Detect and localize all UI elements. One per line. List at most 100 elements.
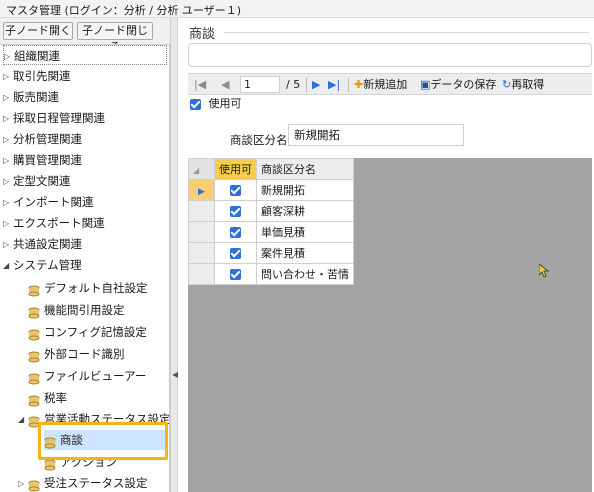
mouse-cursor-icon <box>539 264 549 278</box>
tree-item-default-company[interactable]: デフォルト自社設定 <box>28 278 148 298</box>
column-header-name[interactable]: 商談区分名 <box>256 158 354 180</box>
checkbox-checked-icon[interactable] <box>230 227 241 238</box>
name-cell[interactable]: 顧客深耕 <box>256 200 354 222</box>
tree-item-action[interactable]: アクション <box>44 452 117 472</box>
usable-cell[interactable] <box>214 221 257 243</box>
prev-page-icon[interactable]: ◀ <box>221 74 229 96</box>
database-icon <box>28 414 42 427</box>
checkbox-checked-icon[interactable] <box>230 206 241 217</box>
usable-checkbox[interactable]: 使用可 <box>190 94 242 114</box>
collapse-children-button[interactable]: 子ノード閉じる <box>77 22 153 53</box>
table-row[interactable]: 案件見積 <box>188 242 354 264</box>
tree-item-file-viewer[interactable]: ファイルビューアー <box>28 366 146 386</box>
negotiation-category-label: 商談区分名: <box>230 133 292 147</box>
window-title: マスタ管理 (ログイン：分析 / 分析 ユーザー１) <box>0 0 594 18</box>
last-page-icon[interactable]: ▶| <box>328 74 340 96</box>
search-field[interactable] <box>188 43 592 67</box>
reload-button[interactable]: ↻再取得 <box>502 74 544 96</box>
pager-toolbar: |◀ ◀ 1 / 5 ▶ ▶| ✚新規追加 ▣データの保存 ↻再取得 <box>188 73 592 95</box>
checkbox-checked-icon[interactable] <box>190 98 201 110</box>
total-pages: / 5 <box>286 78 301 91</box>
usable-cell[interactable] <box>214 179 257 201</box>
tree-item-analysis[interactable]: ▷ 分析管理関連 <box>3 129 82 149</box>
page-number-input[interactable]: 1 <box>240 76 280 93</box>
chevron-right-icon[interactable]: ▷ <box>3 193 13 213</box>
first-page-icon[interactable]: |◀ <box>194 74 206 96</box>
tree-item-sales[interactable]: ▷ 販売関連 <box>3 87 59 107</box>
chevron-right-icon[interactable]: ▷ <box>3 151 13 171</box>
database-icon <box>28 283 42 296</box>
table-row[interactable]: 顧客深耕 <box>188 200 354 222</box>
tree-item-sales-activity-status[interactable]: ◢ 営業活動ステータス設定 <box>18 409 169 430</box>
tree-item-business-partner[interactable]: ▷ 取引先関連 <box>3 66 71 86</box>
tree-item-tax-rate[interactable]: 税率 <box>28 388 67 408</box>
panel-splitter[interactable]: ◀ <box>170 18 178 492</box>
name-cell[interactable]: 案件見積 <box>256 242 354 264</box>
row-header[interactable] <box>188 221 215 243</box>
grid-header-row: ◢ 使用可 商談区分名 <box>188 158 354 180</box>
main-panel: 商談 |◀ ◀ 1 / 5 ▶ ▶| ✚新規追加 ▣データの保存 ↻再取得 使用… <box>178 18 594 492</box>
save-icon: ▣ <box>420 78 431 91</box>
chevron-right-icon[interactable]: ▷ <box>3 172 13 192</box>
column-header-usable[interactable]: 使用可 <box>214 158 257 180</box>
tree-item-function-citation[interactable]: 機能間引用設定 <box>28 300 125 320</box>
row-header[interactable] <box>188 242 215 264</box>
chevron-right-icon[interactable]: ▷ <box>3 67 13 87</box>
grid-corner[interactable]: ◢ <box>188 158 215 180</box>
tree-item-import[interactable]: ▷ インポート関連 <box>3 192 94 212</box>
plus-icon: ✚ <box>354 78 364 91</box>
tree-item-external-code[interactable]: 外部コード識別 <box>28 344 125 364</box>
chevron-right-icon[interactable]: ▷ <box>3 109 13 129</box>
current-row-icon: ▶ <box>198 186 205 197</box>
chevron-right-icon[interactable]: ▷ <box>4 47 14 67</box>
toolbar-separator <box>348 78 349 92</box>
name-cell[interactable]: 問い合わせ・苦情 <box>256 263 354 285</box>
next-page-icon[interactable]: ▶ <box>312 74 320 96</box>
chevron-right-icon[interactable]: ▷ <box>3 214 13 234</box>
tree-item-purchasing[interactable]: ▷ 購買管理関連 <box>3 150 82 170</box>
database-icon <box>28 305 42 318</box>
database-icon <box>28 478 42 491</box>
usable-cell[interactable] <box>214 263 257 285</box>
tree-item-organization[interactable]: ▷ 組織関連 <box>3 45 167 65</box>
table-row[interactable]: ▶ 新規開拓 <box>188 179 354 201</box>
expand-children-button[interactable]: 子ノード開く <box>3 22 73 40</box>
tree-item-export[interactable]: ▷ エクスポート関連 <box>3 213 105 233</box>
tree-item-negotiation[interactable]: 商談 <box>44 430 165 450</box>
chevron-down-icon[interactable]: ◢ <box>18 410 28 430</box>
chevron-right-icon[interactable]: ▷ <box>3 88 13 108</box>
table-row[interactable]: 単価見積 <box>188 221 354 243</box>
chevron-down-icon[interactable]: ◢ <box>3 256 13 276</box>
chevron-right-icon[interactable]: ▷ <box>3 130 13 150</box>
tree-item-sampling-schedule[interactable]: ▷ 採取日程管理関連 <box>3 108 105 128</box>
negotiation-category-input[interactable]: 新規開拓 <box>288 124 464 146</box>
database-icon <box>28 327 42 340</box>
name-cell[interactable]: 単価見積 <box>256 221 354 243</box>
usable-cell[interactable] <box>214 242 257 264</box>
toolbar-separator <box>306 78 307 92</box>
row-header[interactable] <box>188 263 215 285</box>
checkbox-checked-icon[interactable] <box>230 248 241 259</box>
tree-item-config-memory[interactable]: コンフィグ記憶設定 <box>28 322 147 342</box>
chevron-right-icon[interactable]: ▷ <box>3 235 13 255</box>
database-icon <box>28 371 42 384</box>
master-tree: ▷ 組織関連 ▷ 取引先関連 ▷ 販売関連 ▷ 採取日程管理関連 ▷ 分析管理関連 ▷ 購買… <box>0 44 170 492</box>
section-title: 商談 <box>189 27 216 42</box>
refresh-icon: ↻ <box>502 78 512 91</box>
database-icon <box>44 435 58 448</box>
table-row[interactable]: 問い合わせ・苦情 <box>188 263 354 285</box>
add-new-button[interactable]: ✚新規追加 <box>354 74 407 96</box>
tree-item-common-settings[interactable]: ▷ 共通設定関連 <box>3 234 82 254</box>
chevron-right-icon[interactable]: ▷ <box>18 474 28 492</box>
save-data-button[interactable]: ▣データの保存 <box>420 74 496 96</box>
row-header[interactable] <box>188 200 215 222</box>
checkbox-checked-icon[interactable] <box>230 269 241 280</box>
row-current-indicator[interactable]: ▶ <box>188 179 215 201</box>
tree-item-system-admin[interactable]: ◢ システム管理 <box>3 255 82 275</box>
name-cell[interactable]: 新規開拓 <box>256 179 354 201</box>
tree-item-order-status[interactable]: ▷ 受注ステータス設定 <box>18 473 148 492</box>
tree-item-template-text[interactable]: ▷ 定型文関連 <box>3 171 71 191</box>
database-icon <box>44 457 58 470</box>
checkbox-checked-icon[interactable] <box>230 185 241 196</box>
usable-cell[interactable] <box>214 200 257 222</box>
